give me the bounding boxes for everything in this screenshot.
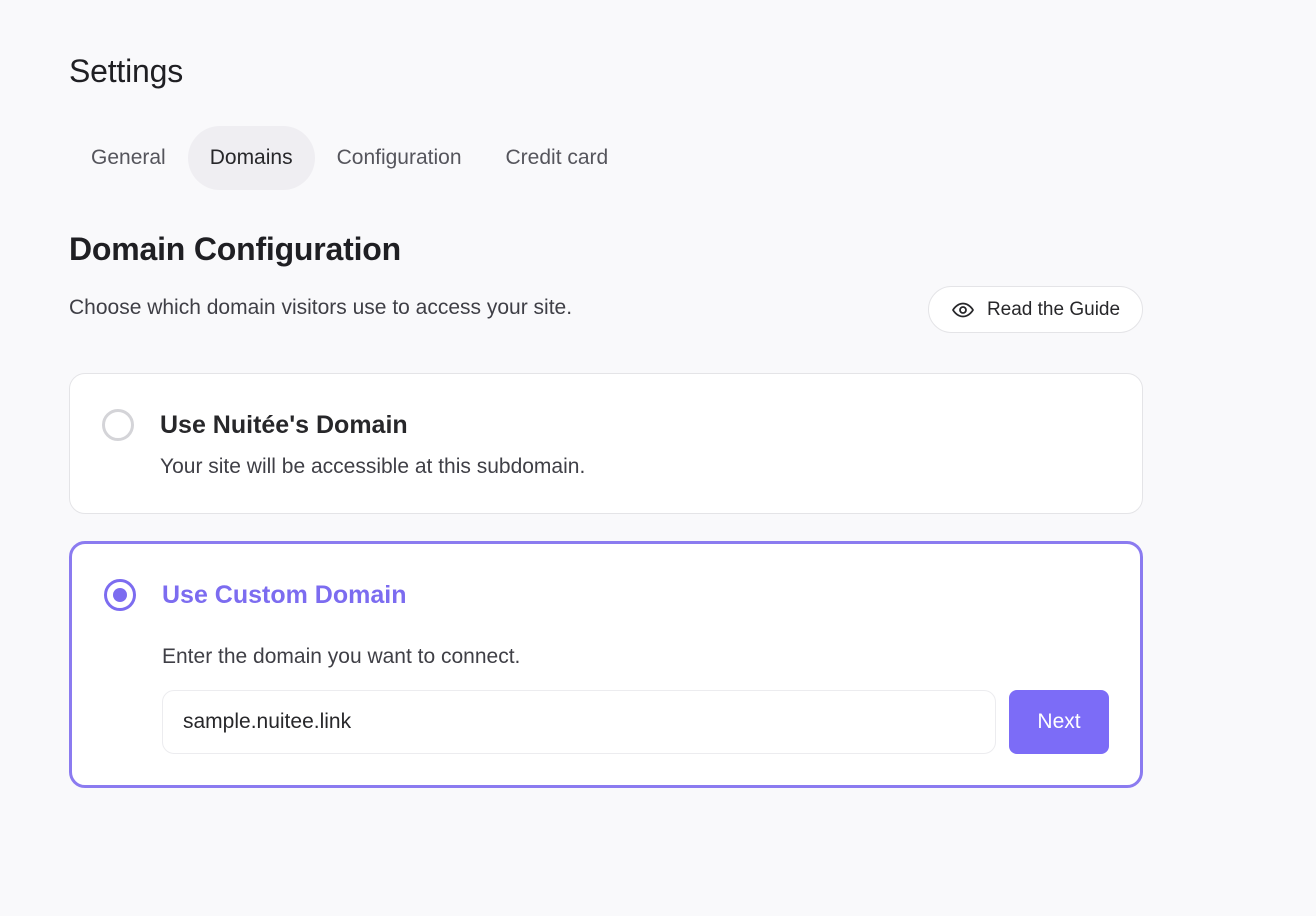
- tab-general[interactable]: General: [69, 126, 188, 190]
- option-card-nuitee-domain[interactable]: Use Nuitée's Domain Your site will be ac…: [69, 373, 1143, 514]
- next-button[interactable]: Next: [1009, 690, 1109, 754]
- custom-domain-radio[interactable]: [104, 579, 136, 611]
- read-guide-label: Read the Guide: [986, 298, 1121, 320]
- option-card-custom-domain[interactable]: Use Custom Domain Enter the domain you w…: [69, 541, 1143, 788]
- read-guide-button[interactable]: Read the Guide: [928, 286, 1143, 333]
- eye-icon: [951, 298, 975, 322]
- nuitee-domain-description: Your site will be accessible at this sub…: [160, 455, 586, 478]
- custom-domain-input[interactable]: [162, 690, 996, 754]
- settings-page: Settings General Domains Configuration C…: [0, 0, 1316, 916]
- section-title: Domain Configuration: [69, 231, 401, 267]
- tab-domains[interactable]: Domains: [187, 126, 315, 190]
- section-description: Choose which domain visitors use to acce…: [69, 296, 573, 319]
- page-title: Settings: [69, 53, 184, 89]
- nuitee-domain-radio[interactable]: [102, 409, 134, 441]
- tab-credit-card[interactable]: Credit card: [484, 126, 631, 190]
- settings-tabs: General Domains Configuration Credit car…: [69, 126, 630, 190]
- tab-configuration[interactable]: Configuration: [315, 126, 484, 190]
- custom-domain-title: Use Custom Domain: [162, 581, 407, 609]
- custom-domain-description: Enter the domain you want to connect.: [162, 645, 521, 668]
- nuitee-domain-title: Use Nuitée's Domain: [160, 411, 408, 439]
